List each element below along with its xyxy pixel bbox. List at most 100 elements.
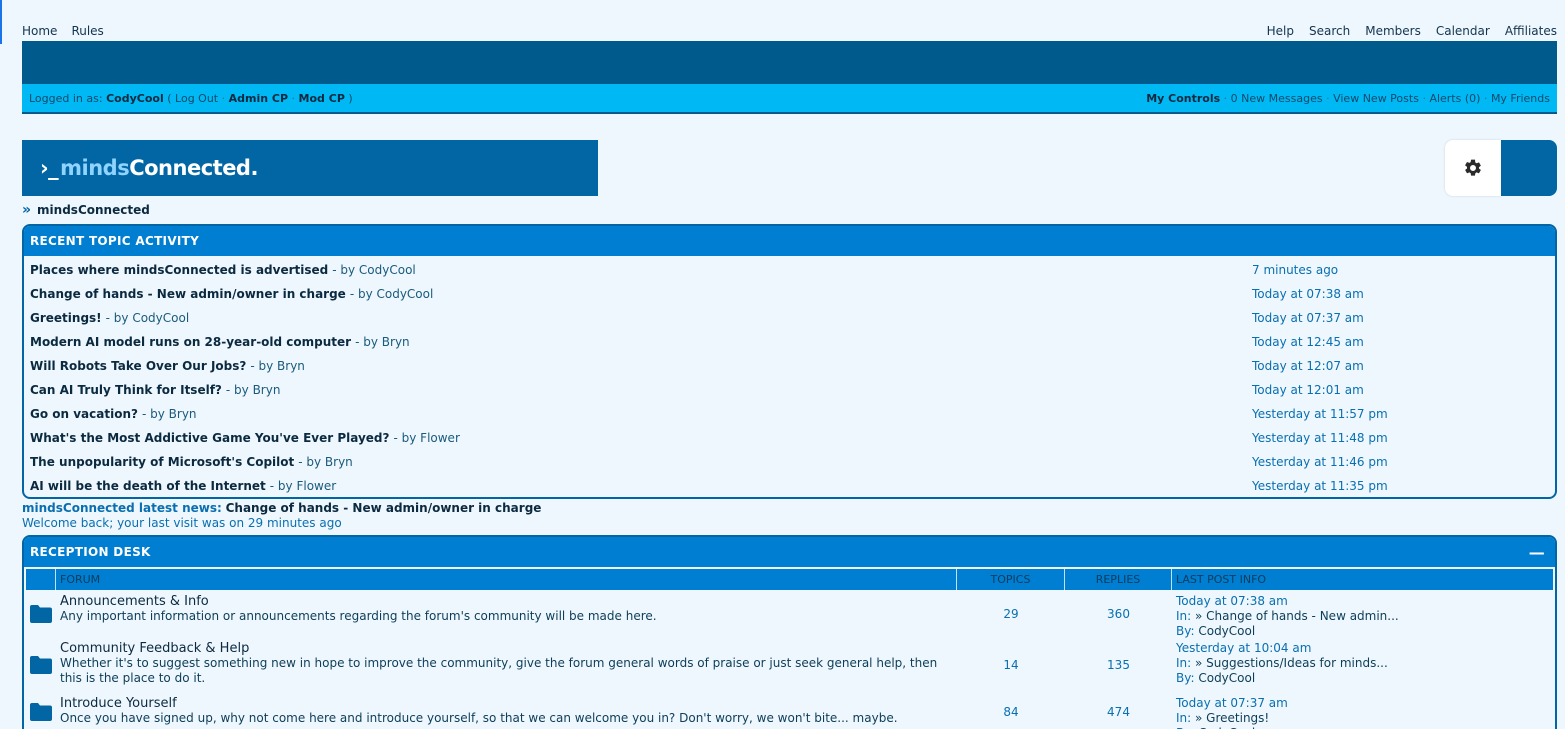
recent-topic-author[interactable]: - by CodyCool xyxy=(106,311,190,325)
recent-topic-time[interactable]: Today at 12:07 am xyxy=(1252,359,1364,373)
recent-topic-time[interactable]: Today at 12:45 am xyxy=(1252,335,1364,349)
recent-topic-list: Places where mindsConnected is advertise… xyxy=(24,256,1555,497)
mod-cp-link[interactable]: Mod CP xyxy=(299,92,345,105)
nav-help-link[interactable]: Help xyxy=(1267,24,1294,40)
alerts-link[interactable]: Alerts (0) xyxy=(1429,92,1480,105)
recent-topic-title-link[interactable]: Modern AI model runs on 28-year-old comp… xyxy=(30,335,351,349)
news-title-link[interactable]: Change of hands - New admin/owner in cha… xyxy=(226,501,542,515)
recent-topic-row: What's the Most Addictive Game You've Ev… xyxy=(24,426,1555,450)
recent-topic-time[interactable]: Yesterday at 11:48 pm xyxy=(1252,431,1388,445)
new-messages-link[interactable]: 0 New Messages xyxy=(1231,92,1323,105)
last-post-topic-link[interactable]: » Greetings! xyxy=(1195,711,1269,725)
forum-rows: Announcements & Info Any important inform… xyxy=(24,590,1555,729)
column-last-post: LAST POST INFO xyxy=(1176,573,1267,586)
recent-topic-title-link[interactable]: Change of hands - New admin/owner in cha… xyxy=(30,287,346,301)
logo-prompt: ›_ xyxy=(40,156,59,180)
recent-topic-author[interactable]: - by Flower xyxy=(393,431,459,445)
column-topics: TOPICS xyxy=(957,569,1065,590)
recent-topic-title-link[interactable]: Places where mindsConnected is advertise… xyxy=(30,263,328,277)
last-post-topic: In: » Suggestions/Ideas for minds... xyxy=(1176,656,1549,671)
recent-topic-row: Will Robots Take Over Our Jobs? - by Bryn… xyxy=(24,354,1555,378)
recent-topic-title-link[interactable]: Will Robots Take Over Our Jobs? xyxy=(30,359,246,373)
recent-topic-row: AI will be the death of the Internet - by… xyxy=(24,474,1555,497)
forum-row: Introduce Yourself Once you have signed u… xyxy=(26,692,1553,729)
collapse-toggle[interactable]: — xyxy=(1529,543,1549,562)
by-label: By: xyxy=(1176,624,1195,638)
recent-topic-activity-title: RECENT TOPIC ACTIVITY xyxy=(30,234,200,248)
my-controls-link[interactable]: My Controls xyxy=(1146,92,1220,105)
forum-name-link[interactable]: Community Feedback & Help xyxy=(60,641,953,656)
separator: · xyxy=(1483,91,1488,105)
recent-topic-time[interactable]: Yesterday at 11:35 pm xyxy=(1252,479,1388,493)
forum-name-link[interactable]: Introduce Yourself xyxy=(60,696,953,711)
nav-search-link[interactable]: Search xyxy=(1309,24,1350,40)
recent-topic-author[interactable]: - by CodyCool xyxy=(350,287,434,301)
forum-description: Any important information or announcemen… xyxy=(60,609,657,623)
recent-topic-title-link[interactable]: AI will be the death of the Internet xyxy=(30,479,266,493)
nav-rules-link[interactable]: Rules xyxy=(71,24,103,40)
forum-reply-count: 360 xyxy=(1107,606,1130,621)
nav-affiliates-link[interactable]: Affiliates xyxy=(1505,24,1557,40)
recent-topic-author[interactable]: - by Bryn xyxy=(142,407,197,421)
username-link[interactable]: CodyCool xyxy=(106,92,164,105)
breadcrumb-arrow: » xyxy=(22,202,32,218)
recent-topic-author[interactable]: - by CodyCool xyxy=(332,263,416,277)
breadcrumb-home-link[interactable]: mindsConnected xyxy=(37,203,150,217)
forum-description: Whether it's to suggest something new in… xyxy=(60,656,938,685)
user-bar-left: Logged in as: CodyCool ( Log Out · Admin… xyxy=(29,92,353,105)
recent-topic-author[interactable]: - by Bryn xyxy=(355,335,410,349)
left-accent-bar xyxy=(0,0,2,44)
logo-minds: minds xyxy=(60,156,130,180)
recent-topic-author[interactable]: - by Bryn xyxy=(250,359,305,373)
recent-topic-time[interactable]: Yesterday at 11:57 pm xyxy=(1252,407,1388,421)
separator: · xyxy=(1326,91,1330,105)
open-paren: ( xyxy=(167,91,172,105)
forum-last-post: Yesterday at 10:04 am In: » Suggestions/I… xyxy=(1172,637,1553,692)
forum-name-link[interactable]: Announcements & Info xyxy=(60,594,953,609)
recent-topic-author[interactable]: - by Flower xyxy=(270,479,336,493)
recent-topic-time[interactable]: Today at 12:01 am xyxy=(1252,383,1364,397)
site-logo[interactable]: ›_ minds Connected. xyxy=(22,140,598,196)
reception-desk-title: RECEPTION DESK xyxy=(30,545,151,559)
last-post-date-link[interactable]: Today at 07:37 am xyxy=(1176,696,1549,711)
recent-topic-title-link[interactable]: Greetings! xyxy=(30,311,102,325)
header-banner xyxy=(22,41,1557,84)
recent-topic-author[interactable]: - by Bryn xyxy=(298,455,353,469)
forum-last-post: Today at 07:38 am In: » Change of hands -… xyxy=(1172,590,1553,638)
settings-button[interactable] xyxy=(1445,140,1501,196)
recent-topic-time[interactable]: Today at 07:38 am xyxy=(1252,287,1364,301)
last-post-date-link[interactable]: Today at 07:38 am xyxy=(1176,594,1549,609)
in-label: In: xyxy=(1176,656,1192,670)
nav-members-link[interactable]: Members xyxy=(1365,24,1421,40)
recent-topic-title-link[interactable]: The unpopularity of Microsoft's Copilot xyxy=(30,455,294,469)
recent-topic-title-link[interactable]: Can AI Truly Think for Itself? xyxy=(30,383,222,397)
recent-topic-title-link[interactable]: Go on vacation? xyxy=(30,407,138,421)
recent-topic-title-link[interactable]: What's the Most Addictive Game You've Ev… xyxy=(30,431,389,445)
admin-cp-link[interactable]: Admin CP xyxy=(229,92,288,105)
last-post-author-link[interactable]: CodyCool xyxy=(1198,624,1255,638)
logout-link[interactable]: Log Out xyxy=(175,92,218,105)
last-post-author-link[interactable]: CodyCool xyxy=(1198,671,1255,685)
last-post-date-link[interactable]: Yesterday at 10:04 am xyxy=(1176,641,1549,656)
recent-topic-time[interactable]: 7 minutes ago xyxy=(1252,263,1338,277)
breadcrumb: » mindsConnected xyxy=(22,202,150,218)
user-bar-right: My Controls · 0 New Messages · View New … xyxy=(1146,92,1550,105)
recent-topic-time[interactable]: Today at 07:37 am xyxy=(1252,311,1364,325)
my-friends-link[interactable]: My Friends xyxy=(1491,92,1550,105)
view-new-posts-link[interactable]: View New Posts xyxy=(1333,92,1419,105)
recent-topic-time[interactable]: Yesterday at 11:46 pm xyxy=(1252,455,1388,469)
recent-topic-author[interactable]: - by Bryn xyxy=(226,383,281,397)
user-bar: Logged in as: CodyCool ( Log Out · Admin… xyxy=(22,84,1557,114)
nav-calendar-link[interactable]: Calendar xyxy=(1436,24,1490,40)
separator: · xyxy=(1422,91,1426,105)
forum-last-post: Today at 07:37 amIn: » Greetings!By: Cod… xyxy=(1172,692,1553,729)
last-post-topic: In: » Change of hands - New admin... xyxy=(1176,609,1549,624)
last-post-topic-link[interactable]: » Suggestions/Ideas for minds... xyxy=(1195,656,1388,670)
top-nav-left: Home Rules xyxy=(22,24,104,40)
last-post-topic-link[interactable]: » Change of hands - New admin... xyxy=(1195,609,1399,623)
header-icon-column xyxy=(26,569,56,590)
nav-home-link[interactable]: Home xyxy=(22,24,57,40)
theme-button[interactable] xyxy=(1501,140,1557,196)
forum-description: Once you have signed up, why not come he… xyxy=(60,711,898,725)
forum-folder-icon xyxy=(26,692,56,729)
